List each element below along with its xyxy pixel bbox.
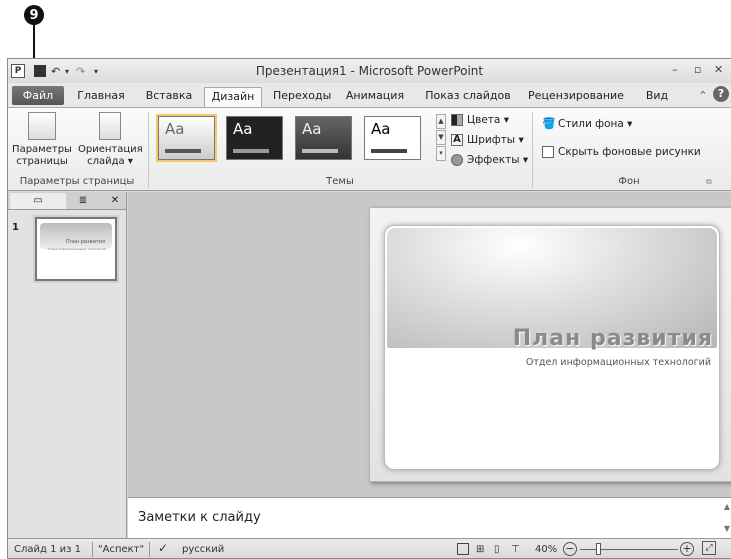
zoom-slider-track[interactable] (580, 549, 678, 550)
status-bar: Слайд 1 из 1 "Аспект" ✓ русский ⊞ ▯ ⊤ 40… (8, 538, 731, 558)
close-panel-icon[interactable]: ✕ (106, 193, 124, 209)
fonts-button[interactable]: A Шрифты ▾ (451, 134, 524, 146)
slideshow-icon[interactable]: ⊤ (511, 544, 520, 555)
callout-pointer-line (33, 25, 35, 61)
slide-sorter-icon[interactable]: ⊞ (476, 544, 484, 555)
notes-pane[interactable]: Заметки к слайду ▲ ▼ (128, 497, 731, 538)
colors-button[interactable]: Цвета ▾ (451, 114, 509, 126)
themes-scroll-down[interactable]: ▼ (436, 130, 446, 145)
theme-thumbnail-dark[interactable]: Aa (226, 116, 283, 160)
effects-button[interactable]: Эффекты ▾ (451, 154, 528, 166)
theme-thumbnail-gray[interactable]: Aa (295, 116, 352, 160)
tab-home[interactable]: Главная (76, 87, 126, 107)
tab-design[interactable]: Дизайн (204, 87, 262, 107)
page-setup-icon (28, 112, 56, 140)
ribbon-tabs: Файл Главная Вставка Дизайн Переходы Ани… (8, 83, 731, 107)
zoom-level[interactable]: 40% (535, 544, 557, 555)
tab-review[interactable]: Рецензирование (528, 87, 624, 107)
slide-counter: Слайд 1 из 1 (14, 544, 81, 555)
tab-slideshow[interactable]: Показ слайдов (423, 87, 513, 107)
help-icon[interactable]: ? (713, 86, 729, 102)
thumbnail-title: План развития (65, 239, 105, 245)
panel-tabs: ▭ ≣ ✕ (8, 192, 126, 210)
tab-file[interactable]: Файл (12, 86, 64, 105)
slide-subtitle[interactable]: Отдел информационных технологий (526, 357, 711, 368)
paint-bucket-icon: 🪣 (542, 117, 556, 130)
slide-title[interactable]: План развития (513, 326, 713, 351)
maximize-button[interactable]: ▫ (694, 63, 701, 76)
group-themes-label: Темы (326, 176, 354, 187)
slides-panel: ▭ ≣ ✕ 1 План развития Отдел информационн… (8, 192, 127, 558)
slide-editing-area[interactable]: План развития Отдел информационных техно… (128, 192, 731, 497)
background-styles-button[interactable]: 🪣 Стили фона ▾ (542, 117, 632, 131)
notes-scroll-up[interactable]: ▲ (724, 502, 730, 511)
tab-insert[interactable]: Вставка (144, 87, 194, 107)
spellcheck-icon[interactable]: ✓ (158, 541, 168, 555)
slide-content-frame: План развития Отдел информационных техно… (384, 225, 720, 470)
thumbnail-subtitle: Отдел информационных технологий (47, 247, 106, 251)
slide[interactable]: План развития Отдел информационных техно… (369, 207, 731, 482)
step-callout: 9 (24, 5, 44, 25)
tab-outline[interactable]: ≣ (68, 193, 98, 209)
checkbox-icon (542, 146, 554, 158)
theme-thumbnail-light[interactable]: Aa (364, 116, 421, 160)
fit-to-window-icon[interactable]: ⤢ (702, 541, 716, 555)
group-page-setup-label: Параметры страницы (19, 176, 135, 187)
dialog-launcher-icon[interactable]: ⧉ (706, 177, 712, 187)
close-button[interactable]: ✕ (714, 63, 723, 76)
notes-placeholder: Заметки к слайду (138, 510, 261, 525)
language[interactable]: русский (182, 544, 224, 555)
tab-transitions[interactable]: Переходы (273, 87, 331, 107)
powerpoint-window: P ↶ ▾ ↷ ▾ Презентация1 - Microsoft Power… (7, 58, 731, 559)
slide-orientation-button[interactable]: Ориентация слайда ▾ (78, 112, 143, 168)
reading-view-icon[interactable]: ▯ (494, 544, 500, 555)
theme-thumbnail-office[interactable]: Aa (158, 116, 215, 160)
fonts-icon: A (451, 134, 463, 146)
normal-view-icon[interactable] (457, 543, 469, 555)
group-background-label: Фон (618, 176, 640, 187)
hide-background-graphics-checkbox[interactable]: Скрыть фоновые рисунки (542, 146, 701, 158)
page-setup-button[interactable]: Параметры страницы (10, 112, 74, 168)
window-title: Презентация1 - Microsoft PowerPoint (255, 64, 484, 78)
themes-scroll-up[interactable]: ▲ (436, 114, 446, 129)
themes-more[interactable]: ▾ (436, 146, 446, 161)
zoom-slider-thumb[interactable] (596, 543, 601, 555)
zoom-in-button[interactable]: + (680, 542, 694, 556)
zoom-out-button[interactable]: − (563, 542, 577, 556)
slide-number: 1 (12, 222, 19, 233)
minimize-ribbon-icon[interactable]: ⌃ (697, 87, 709, 107)
effects-icon (451, 154, 463, 166)
notes-scroll-down[interactable]: ▼ (724, 524, 730, 533)
tab-slides[interactable]: ▭ (10, 193, 66, 209)
title-bar: P ↶ ▾ ↷ ▾ Презентация1 - Microsoft Power… (8, 59, 731, 83)
slide-thumbnail[interactable]: План развития Отдел информационных техно… (35, 217, 117, 281)
tab-animation[interactable]: Анимация (342, 87, 408, 107)
minimize-button[interactable]: – (672, 63, 678, 76)
tab-view[interactable]: Вид (644, 87, 670, 107)
ribbon-design: Параметры страницы Ориентация слайда ▾ П… (8, 107, 731, 191)
theme-name: "Аспект" (98, 544, 145, 555)
colors-icon (451, 114, 463, 126)
orientation-icon (99, 112, 121, 140)
